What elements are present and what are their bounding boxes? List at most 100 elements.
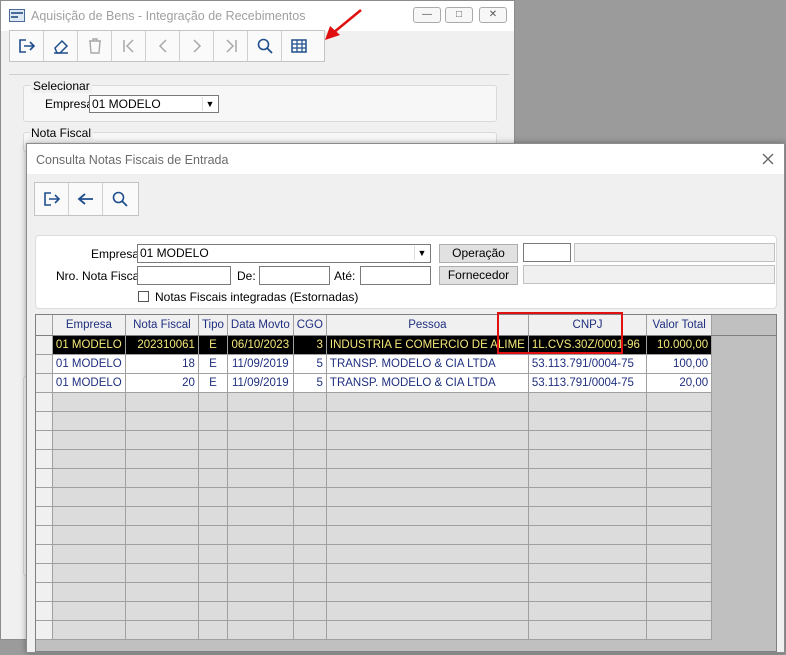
- table-cell[interactable]: 5: [293, 354, 327, 374]
- table-cell[interactable]: 20: [125, 373, 199, 393]
- prev-button[interactable]: [146, 31, 180, 61]
- table-icon: [291, 39, 307, 53]
- close-button[interactable]: ✕: [479, 7, 507, 23]
- table-cell[interactable]: 53.113.791/0004-75: [528, 354, 648, 374]
- table-cell[interactable]: TRANSP. MODELO & CIA LTDA: [326, 354, 529, 374]
- table-cell: [125, 392, 199, 412]
- operacao-button[interactable]: Operação: [439, 244, 518, 263]
- table-cell: [528, 392, 648, 412]
- table-cell: [125, 563, 199, 583]
- col-header-cgo[interactable]: CGO: [293, 315, 327, 336]
- row-indicator[interactable]: [36, 411, 53, 431]
- table-cell[interactable]: 11/09/2019: [227, 373, 294, 393]
- row-indicator[interactable]: [36, 525, 53, 545]
- next-button[interactable]: [180, 31, 214, 61]
- table-cell: [528, 544, 648, 564]
- empresa-combo[interactable]: 01 MODELO ▼: [89, 95, 219, 113]
- table-cell: [227, 468, 294, 488]
- row-indicator[interactable]: [36, 373, 53, 393]
- table-cell: [326, 506, 529, 526]
- table-cell[interactable]: 01 MODELO: [52, 373, 126, 393]
- row-indicator[interactable]: [36, 430, 53, 450]
- table-row[interactable]: 01 MODELO 18 E 11/09/2019 5 TRANSP. MODELO & …: [36, 354, 776, 374]
- col-header-empresa[interactable]: Empresa: [52, 315, 126, 336]
- table-cell[interactable]: 10.000,00: [646, 335, 713, 355]
- table-cell: [326, 601, 529, 621]
- table-cell[interactable]: 01 MODELO: [52, 335, 126, 355]
- row-indicator[interactable]: [36, 582, 53, 602]
- filter-empresa-combo[interactable]: 01 MODELO ▼: [137, 244, 431, 263]
- grid-header-row: Empresa Nota Fiscal Tipo Data Movto CGO …: [36, 315, 776, 336]
- estornadas-checkbox[interactable]: [138, 291, 149, 302]
- filler-cell: [711, 563, 776, 582]
- table-cell[interactable]: 5: [293, 373, 327, 393]
- consulta-dialog: Consulta Notas Fiscais de Entrada Empres…: [26, 143, 785, 653]
- table-row[interactable]: 01 MODELO 202310061 E 06/10/2023 3 INDUSTRIA …: [36, 335, 776, 355]
- row-indicator[interactable]: [36, 335, 53, 355]
- table-cell[interactable]: 100,00: [646, 354, 713, 374]
- table-cell[interactable]: 18: [125, 354, 199, 374]
- de-date-input[interactable]: [259, 266, 330, 285]
- dialog-exit-button[interactable]: [35, 183, 69, 215]
- first-icon: [122, 39, 134, 53]
- table-cell[interactable]: E: [198, 335, 228, 355]
- delete-button[interactable]: [78, 31, 112, 61]
- row-indicator[interactable]: [36, 487, 53, 507]
- chevron-down-icon[interactable]: ▼: [202, 97, 217, 111]
- table-cell[interactable]: 11/09/2019: [227, 354, 294, 374]
- table-cell: [528, 620, 648, 640]
- table-button[interactable]: [282, 31, 316, 61]
- first-button[interactable]: [112, 31, 146, 61]
- empresa-label: Empresa: [45, 97, 94, 111]
- empty-row: [36, 582, 776, 602]
- nro-nota-input[interactable]: [137, 266, 231, 285]
- row-indicator[interactable]: [36, 506, 53, 526]
- table-cell[interactable]: E: [198, 373, 228, 393]
- table-cell: [52, 620, 126, 640]
- row-indicator[interactable]: [36, 544, 53, 564]
- row-indicator[interactable]: [36, 601, 53, 621]
- table-cell[interactable]: 01 MODELO: [52, 354, 126, 374]
- col-header-data-movto[interactable]: Data Movto: [227, 315, 294, 336]
- table-cell[interactable]: 06/10/2023: [227, 335, 294, 355]
- ate-date-input[interactable]: [360, 266, 431, 285]
- table-cell: [646, 620, 713, 640]
- col-header-tipo[interactable]: Tipo: [198, 315, 228, 336]
- table-cell[interactable]: E: [198, 354, 228, 374]
- clear-button[interactable]: [44, 31, 78, 61]
- table-row[interactable]: 01 MODELO 20 E 11/09/2019 5 TRANSP. MODELO & …: [36, 373, 776, 393]
- chevron-down-icon[interactable]: ▼: [414, 246, 429, 260]
- row-indicator[interactable]: [36, 392, 53, 412]
- table-cell: [52, 601, 126, 621]
- col-header-nota-fiscal[interactable]: Nota Fiscal: [125, 315, 199, 336]
- results-grid[interactable]: Empresa Nota Fiscal Tipo Data Movto CGO …: [35, 314, 777, 652]
- operacao-code-input[interactable]: [523, 243, 571, 262]
- dialog-toolbar: [34, 182, 139, 216]
- row-indicator[interactable]: [36, 620, 53, 640]
- minimize-button[interactable]: —: [413, 7, 441, 23]
- table-cell[interactable]: 202310061: [125, 335, 199, 355]
- close-icon[interactable]: [762, 153, 774, 165]
- row-indicator[interactable]: [36, 563, 53, 583]
- search-button[interactable]: [248, 31, 282, 61]
- table-cell: [227, 525, 294, 545]
- dialog-back-button[interactable]: [69, 183, 103, 215]
- last-button[interactable]: [214, 31, 248, 61]
- fornecedor-field: [523, 265, 775, 284]
- empty-row: [36, 544, 776, 564]
- table-cell[interactable]: 53.113.791/0004-75: [528, 373, 648, 393]
- table-cell[interactable]: 3: [293, 335, 327, 355]
- fornecedor-button[interactable]: Fornecedor: [439, 266, 518, 285]
- separator: [9, 74, 509, 75]
- exit-button[interactable]: [10, 31, 44, 61]
- table-cell[interactable]: TRANSP. MODELO & CIA LTDA: [326, 373, 529, 393]
- col-header-valor-total[interactable]: Valor Total: [646, 315, 713, 336]
- row-indicator[interactable]: [36, 449, 53, 469]
- row-indicator[interactable]: [36, 354, 53, 374]
- maximize-button[interactable]: □: [445, 7, 473, 23]
- table-cell: [326, 620, 529, 640]
- table-cell: [528, 601, 648, 621]
- dialog-search-button[interactable]: [103, 183, 137, 215]
- row-indicator[interactable]: [36, 468, 53, 488]
- table-cell[interactable]: 20,00: [646, 373, 713, 393]
